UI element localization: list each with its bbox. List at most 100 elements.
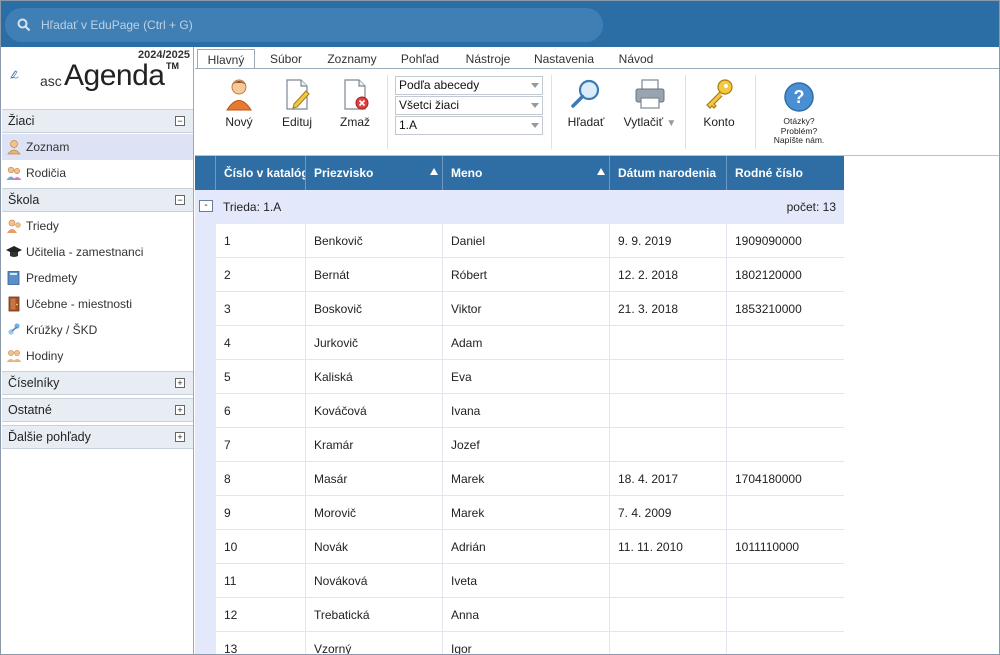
table-row[interactable]: 10 Novák Adrián 11. 11. 2010 1011110000 [216,530,844,564]
search-icon [17,18,31,32]
table-cell: 8 [216,462,306,496]
table-cell: 1 [216,224,306,258]
class-select[interactable]: 1.A [395,116,543,135]
column-header-name[interactable]: Meno [443,156,610,190]
help-button[interactable]: ? [769,81,829,117]
edit-button[interactable]: Edituj [275,77,319,129]
table-row[interactable]: 5 Kaliská Eva [216,360,844,394]
sidebar-item-rodicia[interactable]: Rodičia [2,160,193,186]
section-ostatne[interactable]: Ostatné + [2,398,193,422]
tab-pohlad[interactable]: Pohľad [391,49,449,70]
header-spacer [195,156,216,190]
chevron-down-icon [531,123,539,128]
search-box[interactable] [5,8,603,42]
app-window: 2024/2025 asc Agenda TM Žiaci − Zoznam [0,0,1000,655]
expand-toggle[interactable]: + [175,378,185,388]
table-cell: 1704180000 [735,472,802,486]
sidebar-item-label: Zoznam [26,140,70,154]
logo-tm-mark: TM [166,61,179,71]
table-cell [610,632,727,654]
caret-down-icon[interactable]: ▼ [666,118,676,129]
account-button[interactable]: Konto [697,77,741,129]
section-ziaci[interactable]: Žiaci − [2,109,193,133]
expand-toggle[interactable]: + [175,405,185,415]
table-cell [727,598,844,632]
filter-select[interactable]: Všetci žiaci [395,96,543,115]
sidebar-item-zoznam[interactable]: Zoznam [2,134,193,160]
table-cell: Bernát [306,258,443,292]
column-header-birthdate[interactable]: Dátum narodenia [610,156,727,190]
tab-hlavny[interactable]: Hlavný [197,49,255,70]
table-cell [727,632,844,654]
table-header: Číslo v katalógu Priezvisko Meno Dátum n… [195,156,844,190]
door-icon [8,296,20,312]
table-row[interactable]: 7 Kramár Jozef [216,428,844,462]
table-cell: Róbert [443,258,610,292]
tab-nastavenia[interactable]: Nastavenia [527,49,601,70]
table-row[interactable]: 2 Bernát Róbert 12. 2. 2018 1802120000 [216,258,844,292]
collapse-toggle[interactable]: − [175,195,185,205]
section-label: Číselníky [8,376,60,390]
table-row[interactable]: 1 Benkovič Daniel 9. 9. 2019 1909090000 [216,224,844,258]
table-cell: 7. 4. 2009 [610,496,727,530]
table-cell: Kaliská [306,360,443,394]
group-row: - Trieda: 1.A počet: 13 [195,190,844,224]
top-bar [1,1,999,47]
tab-zoznamy[interactable]: Zoznamy [321,49,383,70]
search-input[interactable] [41,18,581,32]
expand-toggle[interactable]: + [175,432,185,442]
table-cell: Nováková [306,564,443,598]
class-value: 1.A [399,118,418,132]
table-cell: Jurkovič [306,326,443,360]
table-row[interactable]: 6 Kováčová Ivana [216,394,844,428]
table-cell: 7 [216,428,306,462]
printer-icon [635,79,665,109]
section-ciselniky[interactable]: Číselníky + [2,371,193,395]
table-cell: Iveta [443,564,610,598]
sidebar: 2024/2025 asc Agenda TM Žiaci − Zoznam R… [2,47,194,654]
tab-subor[interactable]: Súbor [259,49,313,70]
collapse-group-toggle[interactable]: - [199,200,213,212]
collapse-toggle[interactable]: − [175,116,185,126]
print-button[interactable]: Vytlačiť ▼ [619,77,681,129]
sidebar-item-ucitelia[interactable]: Učitelia - zamestnanci [2,239,193,265]
table-cell: Eva [443,360,610,394]
sidebar-item-predmety[interactable]: Predmety [2,265,193,291]
table-row[interactable]: 3 Boskovič Viktor 21. 3. 2018 1853210000 [216,292,844,326]
table-row[interactable]: 11 Nováková Iveta [216,564,844,598]
new-button[interactable]: Nový [217,77,261,129]
table-row[interactable]: 13 Vzorný Igor [216,632,844,654]
column-header-catalog[interactable]: Číslo v katalógu [216,156,306,190]
tab-nastroje[interactable]: Nástroje [457,49,519,70]
column-header-surname[interactable]: Priezvisko [306,156,443,190]
delete-button[interactable]: Zmaž [333,77,377,129]
sidebar-item-label: Rodičia [26,166,67,180]
sidebar-item-ucebne[interactable]: Učebne - miestnosti [2,291,193,317]
table-cell: Boskovič [306,292,443,326]
account-label: Konto [703,115,735,129]
row-indent-strip [195,224,216,654]
table-cell: 21. 3. 2018 [610,292,727,326]
parents-icon [6,166,22,180]
sidebar-item-triedy[interactable]: Triedy [2,213,193,239]
table-row[interactable]: 8 Masár Marek 18. 4. 2017 1704180000 [216,462,844,496]
filter-value: Všetci žiaci [399,98,460,112]
find-button[interactable]: Hľadať [563,77,609,129]
section-skola[interactable]: Škola − [2,188,193,212]
sort-select[interactable]: Podľa abecedy [395,76,543,95]
graduation-cap-icon [6,246,22,257]
column-header-birth-number[interactable]: Rodné číslo [727,156,844,190]
table-cell: Masár [306,462,443,496]
tab-navod[interactable]: Návod [609,49,663,70]
section-dalsie-pohlady[interactable]: Ďalšie pohľady + [2,425,193,449]
question-icon: ? [784,82,814,112]
table-cell [727,564,844,598]
table-cell: 2 [216,258,306,292]
sidebar-item-hodiny[interactable]: Hodiny [2,343,193,369]
table-row[interactable]: 4 Jurkovič Adam [216,326,844,360]
table-cell: Ivana [443,394,610,428]
delete-document-icon [344,79,369,110]
table-row[interactable]: 12 Trebatická Anna [216,598,844,632]
table-row[interactable]: 9 Morovič Marek 7. 4. 2009 [216,496,844,530]
sidebar-item-kruzky[interactable]: Krúžky / ŠKD [2,317,193,343]
